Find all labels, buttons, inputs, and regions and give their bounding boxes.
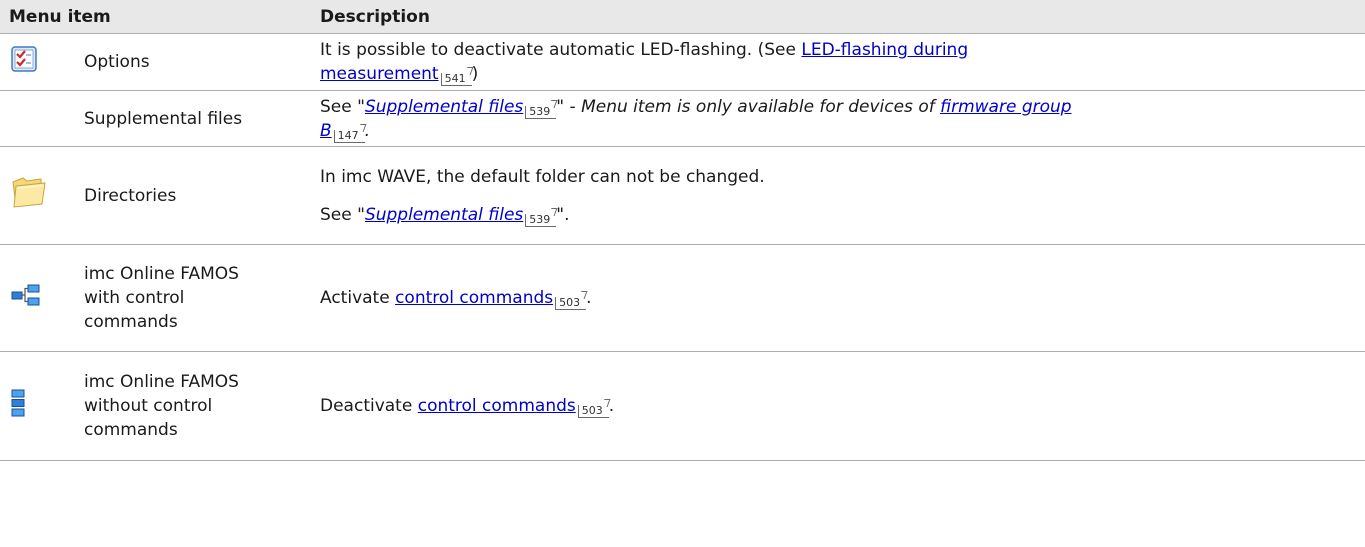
menu-item-description: See "Supplemental files 539 " - Menu item …	[308, 90, 1365, 147]
page-ref-539[interactable]: 539	[525, 213, 557, 227]
menu-item-description: It is possible to deactivate automatic L…	[308, 33, 1365, 91]
header-menu-item: Menu item	[0, 0, 308, 34]
table-row: imc Online FAMOS without control command…	[0, 351, 1365, 461]
menu-item-label: Supplemental files	[84, 90, 308, 147]
page-ref-541[interactable]: 541	[440, 73, 472, 86]
table-row: Supplemental files See "Supplemental fil…	[0, 90, 1365, 147]
page-ref-503[interactable]: 503	[577, 405, 609, 418]
menu-item-label: imc Online FAMOS without control command…	[84, 351, 308, 461]
menu-item-label: imc Online FAMOS with control commands	[84, 244, 308, 352]
menu-item-description: Activate control commands 503.	[308, 244, 1365, 352]
folder-icon	[11, 176, 47, 215]
link-supplemental-files[interactable]: Supplemental files	[365, 97, 523, 117]
table-row: Directories In imc WAVE, the default fol…	[0, 146, 1365, 245]
link-control-commands[interactable]: control commands	[395, 288, 553, 308]
menu-item-label: Options	[84, 33, 308, 91]
options-checklist-icon	[11, 45, 37, 79]
menu-item-table: Menu item Description Options It is poss…	[0, 0, 1365, 461]
stacked-blocks-icon	[11, 389, 25, 424]
page-ref-503[interactable]: 503	[555, 297, 587, 310]
table-row: Options It is possible to deactivate aut…	[0, 33, 1365, 91]
table-header-row: Menu item Description	[0, 0, 1365, 34]
page-ref-147[interactable]: 147	[333, 129, 365, 143]
table-row: imc Online FAMOS with control commands A…	[0, 244, 1365, 352]
link-control-commands[interactable]: control commands	[418, 396, 576, 416]
link-supplemental-files[interactable]: Supplemental files	[365, 205, 523, 225]
page-ref-539[interactable]: 539	[525, 105, 557, 119]
header-description: Description	[308, 0, 1365, 34]
menu-item-description: Deactivate control commands 503.	[308, 351, 1365, 461]
control-commands-icon	[11, 283, 41, 314]
menu-item-description: In imc WAVE, the default folder can not …	[308, 146, 1365, 245]
menu-item-label: Directories	[84, 146, 308, 245]
